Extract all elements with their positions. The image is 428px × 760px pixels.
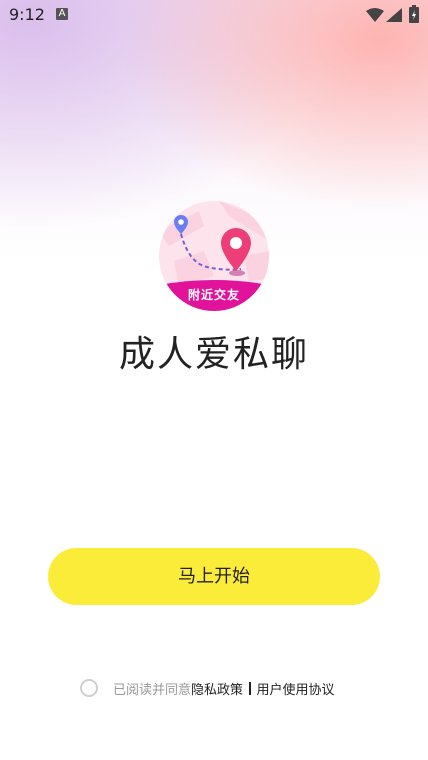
agreement-row: 已阅读并同意 隐私政策 用户使用协议 bbox=[80, 677, 335, 699]
app-title: 成人爱私聊 bbox=[118, 334, 309, 375]
status-bar: 9:12 A bbox=[0, 0, 428, 30]
notification-icon: A bbox=[56, 8, 68, 20]
start-button[interactable]: 马上开始 bbox=[48, 548, 380, 605]
background-gradient bbox=[0, 0, 428, 760]
link-divider bbox=[249, 681, 251, 695]
signal-icon bbox=[386, 7, 402, 26]
battery-icon bbox=[409, 5, 419, 27]
status-time: 9:12 bbox=[9, 5, 45, 24]
terms-link[interactable]: 用户使用协议 bbox=[257, 679, 335, 698]
agree-checkbox[interactable] bbox=[80, 679, 98, 697]
app-logo: 附近交友 bbox=[159, 201, 269, 311]
logo-label: 附近交友 bbox=[187, 288, 240, 302]
privacy-policy-link[interactable]: 隐私政策 bbox=[191, 679, 243, 698]
wifi-icon bbox=[366, 7, 384, 26]
agreement-prefix: 已阅读并同意 bbox=[113, 682, 192, 698]
